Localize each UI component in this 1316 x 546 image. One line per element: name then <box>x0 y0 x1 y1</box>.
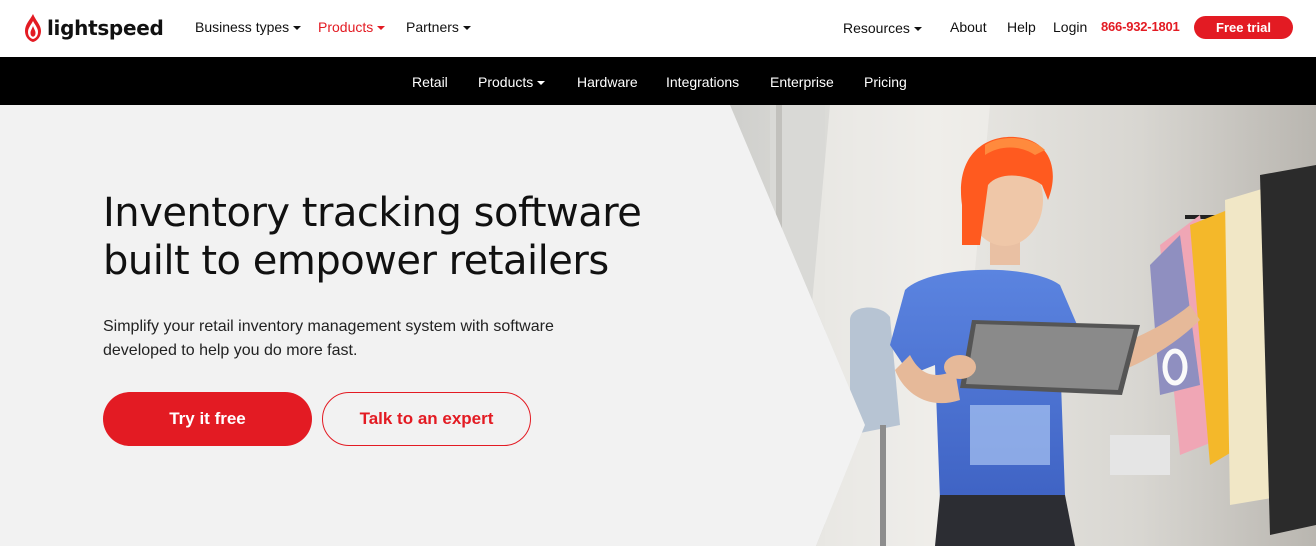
nav-resources-label: Resources <box>843 20 910 36</box>
top-nav: lightspeed Business types Products Partn… <box>0 0 1316 57</box>
hero-title-line-1: Inventory tracking software <box>103 190 642 236</box>
subnav-products[interactable]: Products <box>478 74 546 90</box>
nav-partners[interactable]: Partners <box>406 19 471 35</box>
chevron-down-icon <box>462 26 471 30</box>
chevron-down-icon <box>377 26 386 30</box>
nav-products-label: Products <box>318 19 374 35</box>
nav-partners-label: Partners <box>406 19 459 35</box>
talk-to-expert-button[interactable]: Talk to an expert <box>322 392 531 446</box>
nav-help[interactable]: Help <box>1007 19 1036 35</box>
sub-nav: Retail Products Hardware Integrations En… <box>0 57 1316 105</box>
hero-description: Simplify your retail inventory managemen… <box>103 315 623 363</box>
chevron-down-icon <box>913 27 922 31</box>
hero-title-line-2: built to empower retailers <box>103 238 609 284</box>
hero-photo <box>730 105 1316 546</box>
subnav-pricing[interactable]: Pricing <box>864 74 907 90</box>
nav-business-types[interactable]: Business types <box>195 19 302 35</box>
nav-business-types-label: Business types <box>195 19 290 35</box>
nav-products[interactable]: Products <box>318 19 386 35</box>
nav-about[interactable]: About <box>950 19 987 35</box>
nav-resources[interactable]: Resources <box>843 20 922 36</box>
subnav-products-label: Products <box>478 74 534 90</box>
phone-link[interactable]: 866-932-1801 <box>1101 19 1180 34</box>
subnav-retail[interactable]: Retail <box>412 74 448 90</box>
nav-login[interactable]: Login <box>1053 19 1087 35</box>
try-it-free-button[interactable]: Try it free <box>103 392 312 446</box>
hero-description-line-2: developed to help you do more fast. <box>103 342 358 359</box>
hero-description-line-1: Simplify your retail inventory managemen… <box>103 318 554 335</box>
subnav-hardware[interactable]: Hardware <box>577 74 638 90</box>
hero-title: Inventory tracking software built to emp… <box>103 189 723 285</box>
subnav-enterprise[interactable]: Enterprise <box>770 74 834 90</box>
hero-section: Inventory tracking software built to emp… <box>0 105 1316 546</box>
chevron-down-icon <box>293 26 302 30</box>
lightspeed-flame-icon <box>25 14 41 42</box>
lightspeed-logo[interactable]: lightspeed <box>24 14 164 42</box>
free-trial-button[interactable]: Free trial <box>1194 16 1293 39</box>
chevron-down-icon <box>537 81 546 85</box>
logo-wordmark: lightspeed <box>47 16 164 40</box>
subnav-integrations[interactable]: Integrations <box>666 74 739 90</box>
